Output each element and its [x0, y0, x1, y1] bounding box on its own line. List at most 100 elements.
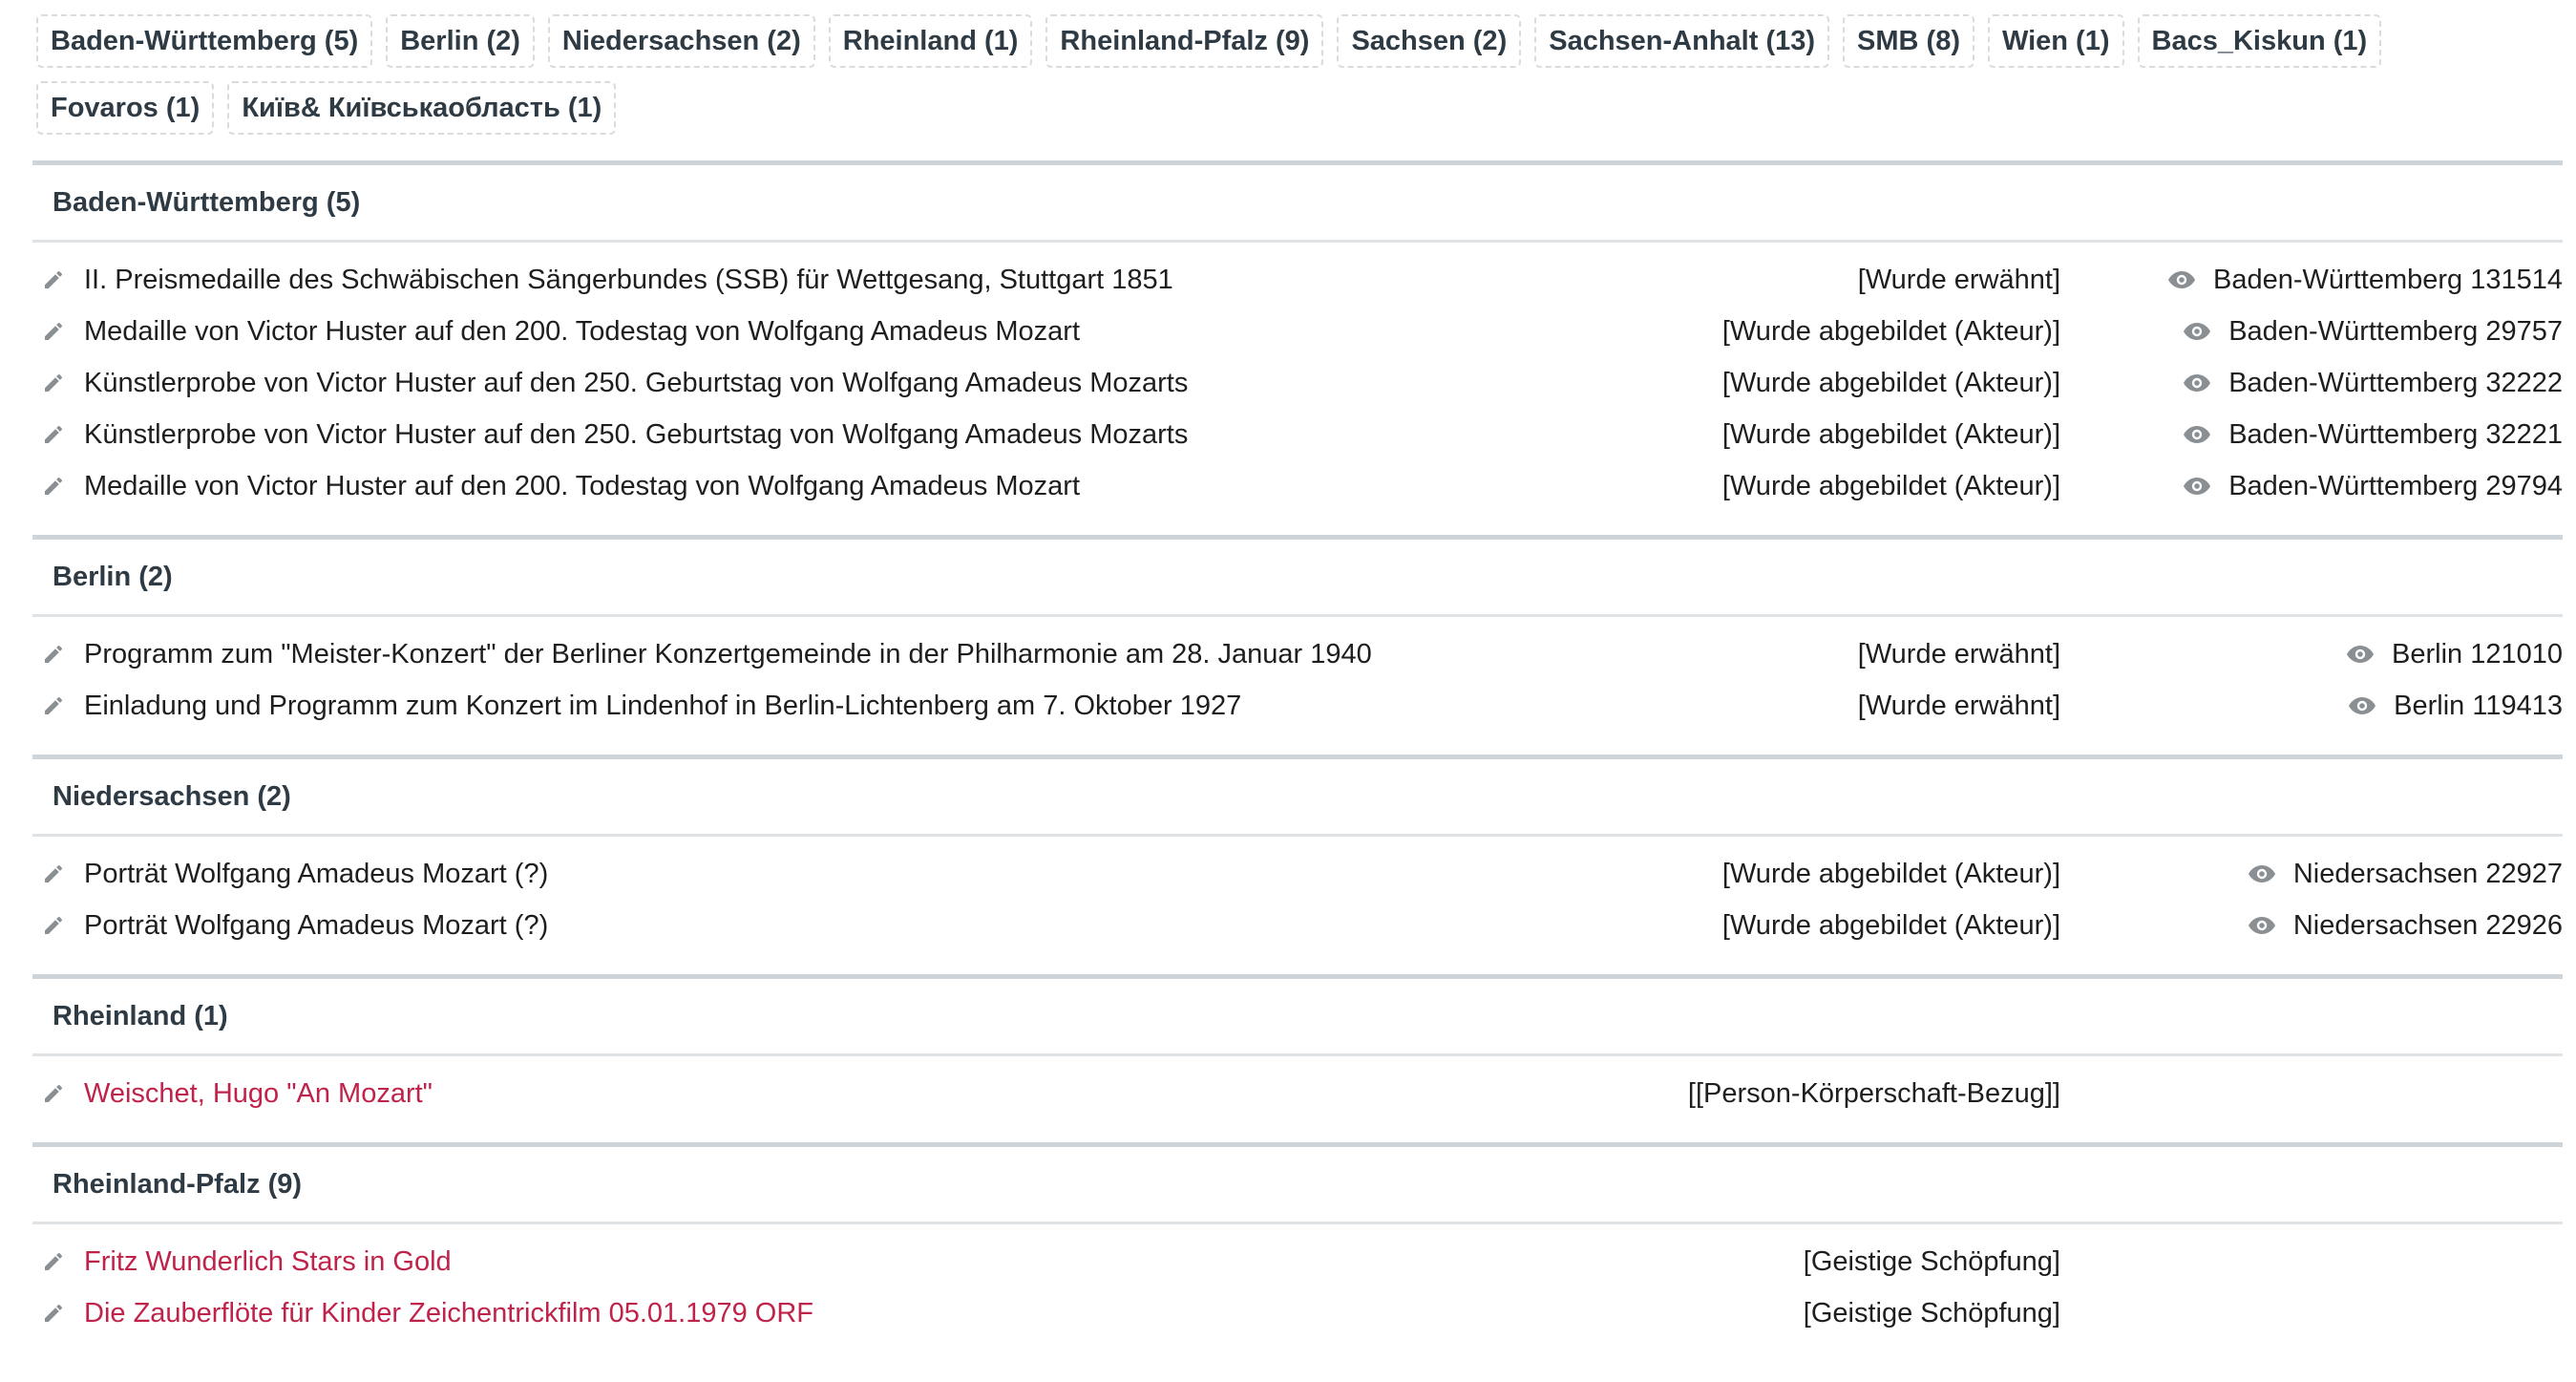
group-heading: Niedersachsen (2) — [32, 759, 2563, 837]
relation-label: [Wurde abgebildet (Akteur)] — [1721, 418, 2060, 450]
tag-filter-chip[interactable]: Wien (1) — [1987, 14, 2124, 68]
pencil-icon[interactable] — [42, 268, 65, 291]
item-title: Porträt Wolfgang Amadeus Mozart (?) — [84, 858, 549, 889]
item-title-link[interactable]: Weischet, Hugo "An Mozart" — [84, 1078, 433, 1110]
list-item: Weischet, Hugo "An Mozart" [[Person-Körpe… — [32, 1068, 2563, 1119]
group-rows: II. Preismedaille des Schwäbischen Sänge… — [32, 243, 2563, 535]
group-heading: Berlin (2) — [32, 540, 2563, 617]
item-title: II. Preismedaille des Schwäbischen Sänge… — [84, 264, 1173, 295]
relation-label: [Wurde abgebildet (Akteur)] — [1721, 315, 2060, 347]
eye-icon — [2346, 645, 2375, 664]
source-reference-label: Baden-Württemberg 32221 — [2228, 418, 2563, 450]
source-reference-link[interactable]: Niedersachsen 22926 — [2248, 910, 2563, 942]
relation-label: [Wurde abgebildet (Akteur)] — [1721, 858, 2060, 889]
relation-label: [[Person-Körperschaft-Bezug]] — [1687, 1077, 2060, 1109]
pencil-icon[interactable] — [42, 914, 65, 937]
group-heading: Rheinland (1) — [32, 979, 2563, 1056]
result-group: Rheinland-Pfalz (9) Fritz Wunderlich Star… — [32, 1142, 2563, 1362]
result-group: Niedersachsen (2) Porträt Wolfgang Amadeu… — [32, 755, 2563, 974]
relation-label: [Wurde abgebildet (Akteur)] — [1721, 367, 2060, 398]
pencil-icon[interactable] — [42, 372, 65, 394]
result-group: Baden-Württemberg (5) II. Preismedaille d… — [32, 160, 2563, 535]
relation-label: [Wurde erwähnt] — [1857, 264, 2060, 295]
list-item: Die Zauberflöte für Kinder Zeichentrickf… — [32, 1287, 2563, 1339]
list-item: Medaille von Victor Huster auf den 200. … — [32, 460, 2563, 512]
relation-label: [Geistige Schöpfung] — [1803, 1245, 2060, 1277]
list-item: Porträt Wolfgang Amadeus Mozart (?) [Wurd… — [32, 900, 2563, 951]
eye-icon — [2183, 477, 2211, 496]
group-rows: Weischet, Hugo "An Mozart" [[Person-Körpe… — [32, 1056, 2563, 1142]
tag-filter-chip[interactable]: Fovaros (1) — [36, 81, 215, 135]
source-reference-label: Baden-Württemberg 131514 — [2213, 264, 2563, 295]
relation-label: [Wurde abgebildet (Akteur)] — [1721, 909, 2060, 941]
source-reference-link[interactable]: Baden-Württemberg 29794 — [2183, 471, 2563, 502]
source-reference-link[interactable]: Berlin 121010 — [2346, 639, 2563, 670]
item-title: Medaille von Victor Huster auf den 200. … — [84, 315, 1081, 347]
item-title: Einladung und Programm zum Konzert im Li… — [84, 690, 1242, 721]
group-rows: Fritz Wunderlich Stars in Gold [Geistige … — [32, 1224, 2563, 1362]
list-item: Einladung und Programm zum Konzert im Li… — [32, 680, 2563, 732]
list-item: Künstlerprobe von Victor Huster auf den … — [32, 357, 2563, 409]
source-reference-link[interactable]: Niedersachsen 22927 — [2248, 859, 2563, 890]
tag-filter-chip[interactable]: Sachsen (2) — [1337, 14, 1522, 68]
eye-icon — [2348, 696, 2376, 715]
source-reference-link[interactable]: Baden-Württemberg 32221 — [2183, 419, 2563, 451]
relation-label: [Wurde erwähnt] — [1857, 690, 2060, 721]
tag-filter-chip[interactable]: Sachsen-Anhalt (13) — [1534, 14, 1830, 68]
item-title: Porträt Wolfgang Amadeus Mozart (?) — [84, 909, 549, 941]
list-item: Medaille von Victor Huster auf den 200. … — [32, 306, 2563, 357]
source-reference-label: Baden-Württemberg 29757 — [2228, 315, 2563, 347]
tag-filter-chip[interactable]: Baden-Württemberg (5) — [36, 14, 373, 68]
relation-label: [Wurde abgebildet (Akteur)] — [1721, 470, 2060, 501]
result-group: Berlin (2) Programm zum "Meister-Konzert"… — [32, 535, 2563, 755]
item-title-link[interactable]: Die Zauberflöte für Kinder Zeichentrickf… — [84, 1298, 813, 1329]
source-reference-label: Berlin 119413 — [2394, 690, 2563, 721]
group-heading: Rheinland-Pfalz (9) — [32, 1147, 2563, 1224]
item-title: Künstlerprobe von Victor Huster auf den … — [84, 367, 1189, 398]
tag-filter-chip[interactable]: Rheinland (1) — [828, 14, 1033, 68]
list-item: II. Preismedaille des Schwäbischen Sänge… — [32, 254, 2563, 306]
item-title-link[interactable]: Fritz Wunderlich Stars in Gold — [84, 1246, 452, 1278]
source-reference-label: Niedersachsen 22926 — [2292, 909, 2563, 941]
source-reference-label: Berlin 121010 — [2392, 638, 2563, 670]
eye-icon — [2183, 322, 2211, 341]
tag-filter-chip[interactable]: Rheinland-Pfalz (9) — [1045, 14, 1324, 68]
pencil-icon[interactable] — [42, 320, 65, 343]
pencil-icon[interactable] — [42, 1250, 65, 1273]
list-item: Programm zum "Meister-Konzert" der Berli… — [32, 628, 2563, 680]
list-item: Künstlerprobe von Victor Huster auf den … — [32, 409, 2563, 460]
relation-label: [Wurde erwähnt] — [1857, 638, 2060, 670]
source-reference-link[interactable]: Baden-Württemberg 29757 — [2183, 316, 2563, 348]
tag-filter-chip[interactable]: Bacs_Kiskun (1) — [2137, 14, 2382, 68]
pencil-icon[interactable] — [42, 1302, 65, 1325]
pencil-icon[interactable] — [42, 643, 65, 666]
tag-filter-chip[interactable]: Niedersachsen (2) — [547, 14, 815, 68]
tag-filter-chip[interactable]: SMB (8) — [1843, 14, 1974, 68]
source-reference-label: Baden-Württemberg 32222 — [2228, 367, 2563, 398]
pencil-icon[interactable] — [42, 1082, 65, 1105]
pencil-icon[interactable] — [42, 862, 65, 885]
results-list: Baden-Württemberg (5) II. Preismedaille d… — [32, 160, 2563, 1362]
pencil-icon[interactable] — [42, 694, 65, 717]
pencil-icon[interactable] — [42, 475, 65, 498]
group-rows: Porträt Wolfgang Amadeus Mozart (?) [Wurd… — [32, 837, 2563, 974]
tag-filter-bar: Baden-Württemberg (5) Berlin (2) Niedersac… — [36, 14, 2538, 135]
item-title: Programm zum "Meister-Konzert" der Berli… — [84, 638, 1372, 670]
item-title: Künstlerprobe von Victor Huster auf den … — [84, 418, 1189, 450]
source-reference-link[interactable]: Berlin 119413 — [2348, 691, 2563, 722]
eye-icon — [2248, 916, 2276, 935]
source-reference-label: Baden-Württemberg 29794 — [2228, 470, 2563, 501]
source-reference-link[interactable]: Baden-Württemberg 32222 — [2183, 368, 2563, 399]
eye-icon — [2248, 864, 2276, 883]
eye-icon — [2183, 373, 2211, 393]
tag-filter-chip[interactable]: Київ& Київськаобласть (1) — [227, 81, 617, 135]
pencil-icon[interactable] — [42, 423, 65, 446]
relation-label: [Geistige Schöpfung] — [1803, 1297, 2060, 1329]
source-reference-label: Niedersachsen 22927 — [2292, 858, 2563, 889]
tag-filter-chip[interactable]: Berlin (2) — [386, 14, 535, 68]
source-reference-link[interactable]: Baden-Württemberg 131514 — [2167, 265, 2563, 296]
group-heading: Baden-Württemberg (5) — [32, 165, 2563, 243]
group-rows: Programm zum "Meister-Konzert" der Berli… — [32, 617, 2563, 755]
list-item: Porträt Wolfgang Amadeus Mozart (?) [Wurd… — [32, 848, 2563, 900]
list-item: Fritz Wunderlich Stars in Gold [Geistige … — [32, 1236, 2563, 1287]
